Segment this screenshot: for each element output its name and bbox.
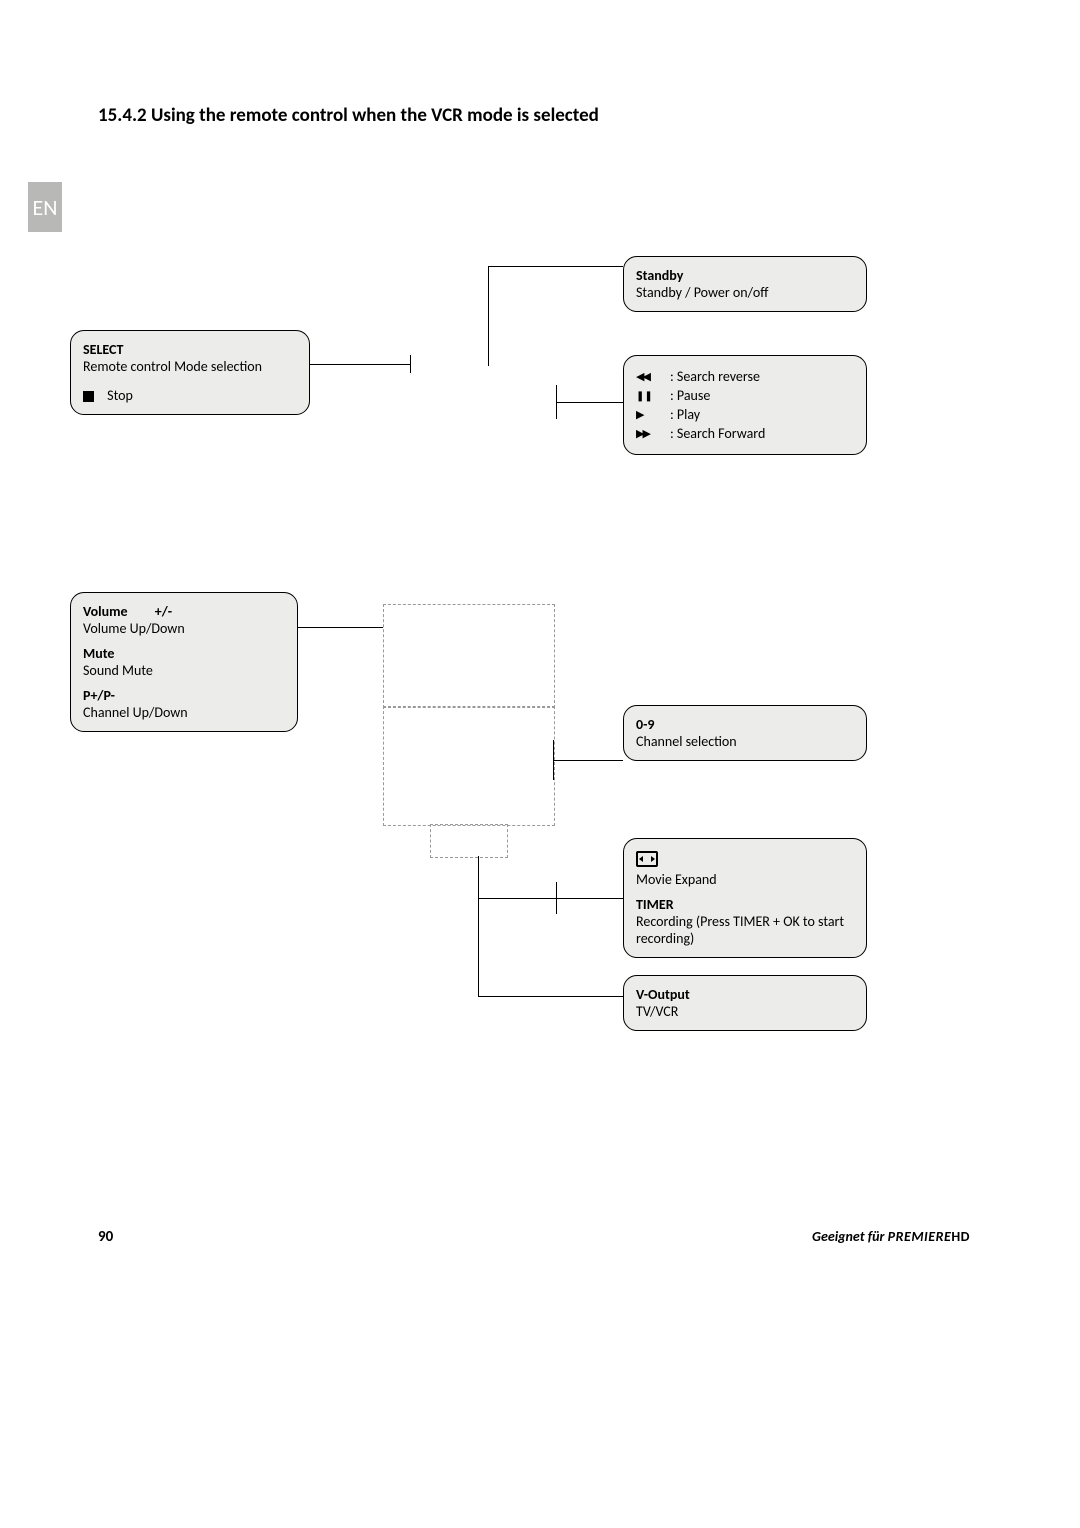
transport-fwd: : Search Forward [670, 425, 765, 442]
play-icon [636, 407, 660, 422]
mute-title: Mute [83, 645, 285, 662]
select-desc: Remote control Mode selection [83, 358, 297, 375]
footer-brand-hd: HD [951, 1228, 970, 1245]
connector [298, 627, 383, 628]
stop-icon [83, 391, 94, 402]
connector [488, 266, 623, 267]
timer-title: TIMER [636, 896, 854, 913]
voutput-title: V-Output [636, 986, 854, 1003]
remote-placeholder-top [383, 604, 555, 708]
volume-desc: Volume Up/Down [83, 620, 285, 637]
timer-desc: Recording (Press TIMER + OK to start rec… [636, 913, 854, 947]
volume-suffix: +/- [155, 603, 172, 620]
callout-volume: Volume +/- Volume Up/Down Mute Sound Mut… [70, 592, 298, 732]
connector [478, 996, 623, 997]
rewind-icon [636, 369, 660, 384]
callout-transport: : Search reverse : Pause : Play : Search… [623, 355, 867, 455]
connector [478, 898, 556, 899]
connector [553, 740, 554, 780]
standby-title: Standby [636, 267, 854, 284]
select-stop-label: Stop [107, 387, 133, 404]
callout-timer: Movie Expand TIMER Recording (Press TIME… [623, 838, 867, 958]
connector [556, 385, 557, 419]
remote-placeholder-bottom [383, 706, 555, 826]
mute-desc: Sound Mute [83, 662, 285, 679]
remote-placeholder-tab [430, 824, 508, 858]
callout-select: SELECT Remote control Mode selection Sto… [70, 330, 310, 415]
connector [556, 898, 623, 899]
callout-standby: Standby Standby / Power on/off [623, 256, 867, 312]
connector [488, 266, 489, 366]
footer-right: Geeignet für PREMIEREHD [812, 1228, 970, 1245]
forward-icon [636, 426, 660, 441]
connector [410, 355, 411, 373]
transport-rew: : Search reverse [670, 368, 760, 385]
p-desc: Channel Up/Down [83, 704, 285, 721]
pause-icon [636, 388, 660, 403]
select-title: SELECT [83, 341, 297, 358]
transport-play: : Play [670, 406, 700, 423]
p-title: P+/P- [83, 687, 285, 704]
digits-title: 0-9 [636, 716, 854, 733]
voutput-desc: TV/VCR [636, 1003, 854, 1020]
connector [478, 856, 479, 996]
movie-expand-label: Movie Expand [636, 871, 854, 888]
footer-brand: PREMIERE [888, 1228, 952, 1245]
footer-suitable: Geeignet für [812, 1228, 884, 1245]
connector [553, 760, 623, 761]
callout-voutput: V-Output TV/VCR [623, 975, 867, 1031]
digits-desc: Channel selection [636, 733, 854, 750]
connector [310, 364, 410, 365]
transport-pause: : Pause [670, 387, 710, 404]
connector [556, 882, 557, 914]
section-heading: 15.4.2 Using the remote control when the… [98, 104, 599, 127]
language-tab: EN [28, 182, 62, 232]
connector [556, 402, 623, 403]
page-number: 90 [98, 1228, 113, 1246]
volume-title: Volume [83, 603, 128, 620]
movie-expand-icon [636, 851, 658, 867]
standby-desc: Standby / Power on/off [636, 284, 854, 301]
callout-digits: 0-9 Channel selection [623, 705, 867, 761]
